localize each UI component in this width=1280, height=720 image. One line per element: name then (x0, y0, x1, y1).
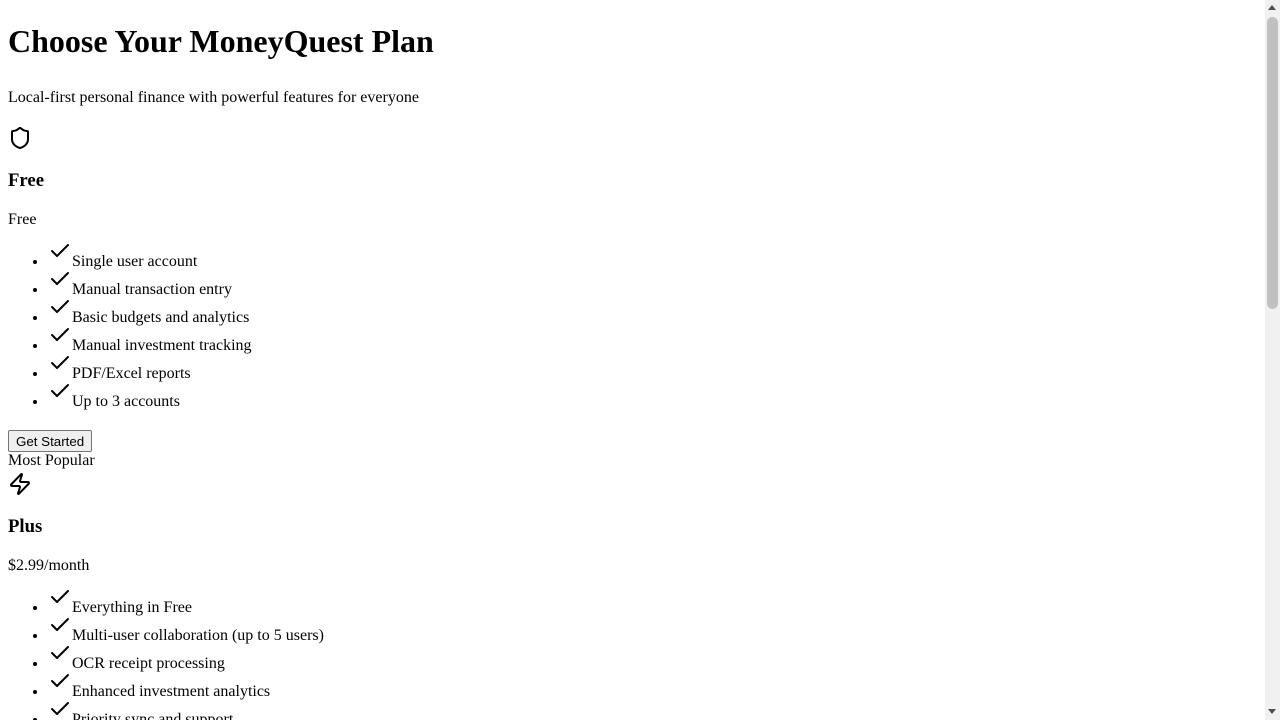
feature-item: Priority sync and support (48, 702, 1257, 720)
feature-text: Everything in Free (72, 599, 192, 616)
feature-item: Multi-user collaboration (up to 5 users) (48, 618, 1257, 647)
check-icon (48, 351, 72, 375)
feature-text: Priority sync and support (72, 711, 234, 720)
vertical-scrollbar[interactable] (1265, 0, 1280, 720)
page-viewport: Choose Your MoneyQuest Plan Local-first … (0, 0, 1265, 720)
check-icon (48, 697, 72, 720)
feature-item: Enhanced investment analytics (48, 674, 1257, 703)
plan-name: Plus (8, 516, 43, 537)
check-icon (48, 379, 72, 403)
check-icon (48, 323, 72, 347)
feature-item: Everything in Free (48, 590, 1257, 619)
feature-item: Single user account (48, 244, 1257, 273)
check-icon (48, 613, 72, 637)
feature-text: Manual investment tracking (72, 337, 252, 354)
feature-text: Single user account (72, 253, 198, 270)
check-icon (48, 669, 72, 693)
feature-text: Basic budgets and analytics (72, 309, 250, 326)
feature-item: Manual investment tracking (48, 328, 1257, 357)
check-icon (48, 585, 72, 609)
pricing-page: Choose Your MoneyQuest Plan Local-first … (0, 21, 1265, 720)
feature-text: Manual transaction entry (72, 281, 232, 298)
scrollbar-thumb[interactable] (1267, 17, 1278, 309)
plan-name: Free (8, 170, 44, 191)
scroll-down-arrow-icon[interactable] (1265, 703, 1280, 720)
feature-text: Up to 3 accounts (72, 393, 180, 410)
plan-card-plus: Most Popular Plus $2.99/month Everything… (8, 452, 1257, 720)
feature-list: Everything in Free Multi-user collaborat… (8, 590, 1257, 720)
feature-text: Enhanced investment analytics (72, 683, 271, 700)
check-icon (48, 641, 72, 665)
page-subtitle: Local-first personal finance with powerf… (8, 89, 419, 106)
scroll-up-arrow-icon[interactable] (1265, 0, 1280, 17)
shield-icon (8, 126, 32, 150)
check-icon (48, 295, 72, 319)
feature-item: PDF/Excel reports (48, 356, 1257, 385)
lightning-icon (8, 472, 32, 496)
feature-list: Single user account Manual transaction e… (8, 244, 1257, 413)
plan-price: Free (8, 211, 37, 228)
feature-item: OCR receipt processing (48, 646, 1257, 675)
get-started-button[interactable]: Get Started (8, 430, 93, 452)
feature-text: OCR receipt processing (72, 655, 225, 672)
feature-item: Basic budgets and analytics (48, 300, 1257, 329)
check-icon (48, 267, 72, 291)
check-icon (48, 239, 72, 263)
feature-item: Manual transaction entry (48, 272, 1257, 301)
plan-card-free: Free Free Single user account Manual tra… (8, 126, 1257, 452)
page-title: Choose Your MoneyQuest Plan (8, 23, 434, 59)
feature-item: Up to 3 accounts (48, 384, 1257, 413)
most-popular-badge: Most Popular (8, 452, 95, 469)
plan-price: $2.99/month (8, 557, 90, 574)
feature-text: Multi-user collaboration (up to 5 users) (72, 627, 324, 644)
feature-text: PDF/Excel reports (72, 365, 191, 382)
